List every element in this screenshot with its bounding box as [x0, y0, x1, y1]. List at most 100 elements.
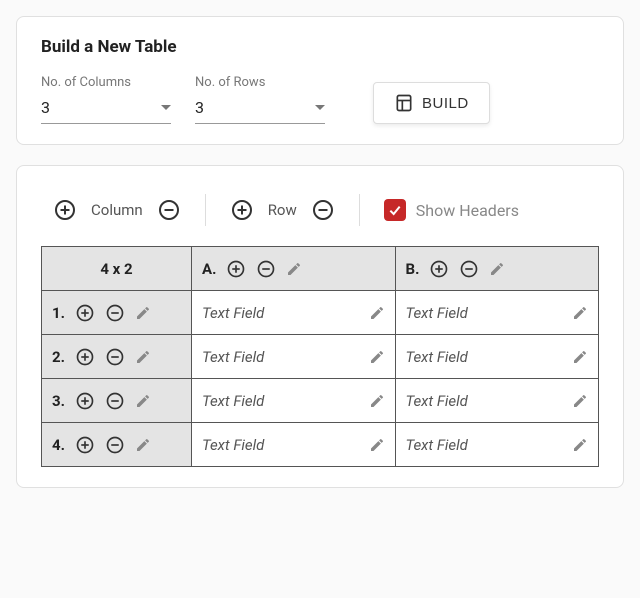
pencil-icon — [135, 349, 151, 365]
add-column-button[interactable] — [53, 198, 77, 222]
pencil-icon — [135, 305, 151, 321]
row-label: 1. — [52, 304, 65, 322]
divider — [359, 194, 360, 226]
pencil-icon — [369, 437, 385, 453]
minus-circle-icon — [105, 391, 125, 411]
columns-field: No. of Columns 3 — [41, 75, 171, 124]
cell-edit-button[interactable] — [572, 393, 588, 409]
cell-text: Text Field — [406, 436, 468, 454]
remove-column-button[interactable] — [157, 198, 181, 222]
col-b-edit-button[interactable] — [489, 261, 505, 277]
table-cell[interactable]: Text Field — [192, 379, 396, 423]
row-header: 1. — [42, 291, 192, 335]
plus-circle-icon — [230, 198, 254, 222]
cell-edit-button[interactable] — [572, 437, 588, 453]
row-edit-button[interactable] — [135, 349, 151, 365]
corner-label: 4 x 2 — [52, 260, 181, 278]
build-button[interactable]: BUILD — [373, 82, 490, 124]
cell-edit-button[interactable] — [572, 349, 588, 365]
columns-value: 3 — [41, 98, 50, 117]
row-add-button[interactable] — [75, 303, 95, 323]
cell-edit-button[interactable] — [572, 305, 588, 321]
row-remove-button[interactable] — [105, 435, 125, 455]
show-headers-checkbox[interactable] — [384, 199, 406, 221]
row-edit-button[interactable] — [135, 437, 151, 453]
row-label: 4. — [52, 436, 65, 454]
row-label: Row — [268, 201, 297, 219]
table-editor-card: Column Row Show Headers — [16, 165, 624, 488]
cell-text: Text Field — [202, 348, 264, 366]
pencil-icon — [572, 393, 588, 409]
row-remove-button[interactable] — [105, 391, 125, 411]
table-cell[interactable]: Text Field — [395, 291, 599, 335]
check-icon — [387, 202, 403, 218]
plus-circle-icon — [75, 303, 95, 323]
pencil-icon — [489, 261, 505, 277]
build-card: Build a New Table No. of Columns 3 No. o… — [16, 16, 624, 145]
table-icon — [394, 93, 414, 113]
cell-text: Text Field — [202, 304, 264, 322]
pencil-icon — [572, 349, 588, 365]
table-cell[interactable]: Text Field — [395, 379, 599, 423]
col-b-add-button[interactable] — [429, 259, 449, 279]
table-corner: 4 x 2 — [42, 247, 192, 291]
plus-circle-icon — [75, 391, 95, 411]
divider — [205, 194, 206, 226]
columns-select[interactable]: 3 — [41, 94, 171, 124]
column-group: Column — [53, 198, 181, 222]
cell-text: Text Field — [406, 348, 468, 366]
data-table: 4 x 2 A. B. — [41, 246, 599, 467]
cell-text: Text Field — [202, 392, 264, 410]
table-row: 2. Text Field Text Field — [42, 335, 599, 379]
col-b-remove-button[interactable] — [459, 259, 479, 279]
table-row: 4. Text Field Text Field — [42, 423, 599, 467]
row-add-button[interactable] — [75, 391, 95, 411]
row-remove-button[interactable] — [105, 347, 125, 367]
row-edit-button[interactable] — [135, 393, 151, 409]
minus-circle-icon — [256, 259, 276, 279]
pencil-icon — [369, 393, 385, 409]
row-remove-button[interactable] — [105, 303, 125, 323]
column-label: Column — [91, 201, 143, 219]
table-toolbar: Column Row Show Headers — [41, 186, 599, 246]
rows-value: 3 — [195, 98, 204, 117]
row-label: 2. — [52, 348, 65, 366]
col-a-remove-button[interactable] — [256, 259, 276, 279]
rows-field: No. of Rows 3 — [195, 75, 325, 124]
chevron-down-icon — [315, 105, 325, 110]
pencil-icon — [572, 437, 588, 453]
build-button-label: BUILD — [422, 95, 469, 112]
table-cell[interactable]: Text Field — [395, 335, 599, 379]
col-header-b: B. — [395, 247, 599, 291]
cell-edit-button[interactable] — [369, 393, 385, 409]
table-row: 1. Text Field Text Field — [42, 291, 599, 335]
show-headers-label: Show Headers — [416, 201, 519, 220]
build-form-row: No. of Columns 3 No. of Rows 3 BUILD — [41, 75, 599, 124]
remove-row-button[interactable] — [311, 198, 335, 222]
row-header: 2. — [42, 335, 192, 379]
cell-text: Text Field — [202, 436, 264, 454]
add-row-button[interactable] — [230, 198, 254, 222]
col-a-add-button[interactable] — [226, 259, 246, 279]
rows-select[interactable]: 3 — [195, 94, 325, 124]
table-cell[interactable]: Text Field — [192, 423, 396, 467]
plus-circle-icon — [226, 259, 246, 279]
row-add-button[interactable] — [75, 347, 95, 367]
row-edit-button[interactable] — [135, 305, 151, 321]
col-a-edit-button[interactable] — [286, 261, 302, 277]
cell-edit-button[interactable] — [369, 305, 385, 321]
row-header: 3. — [42, 379, 192, 423]
row-add-button[interactable] — [75, 435, 95, 455]
row-group: Row — [230, 198, 335, 222]
cell-edit-button[interactable] — [369, 349, 385, 365]
table-cell[interactable]: Text Field — [192, 335, 396, 379]
col-header-a: A. — [192, 247, 396, 291]
table-cell[interactable]: Text Field — [395, 423, 599, 467]
cell-edit-button[interactable] — [369, 437, 385, 453]
col-a-label: A. — [202, 260, 216, 278]
pencil-icon — [135, 437, 151, 453]
plus-circle-icon — [75, 435, 95, 455]
minus-circle-icon — [105, 347, 125, 367]
table-cell[interactable]: Text Field — [192, 291, 396, 335]
show-headers-wrap: Show Headers — [384, 199, 519, 221]
